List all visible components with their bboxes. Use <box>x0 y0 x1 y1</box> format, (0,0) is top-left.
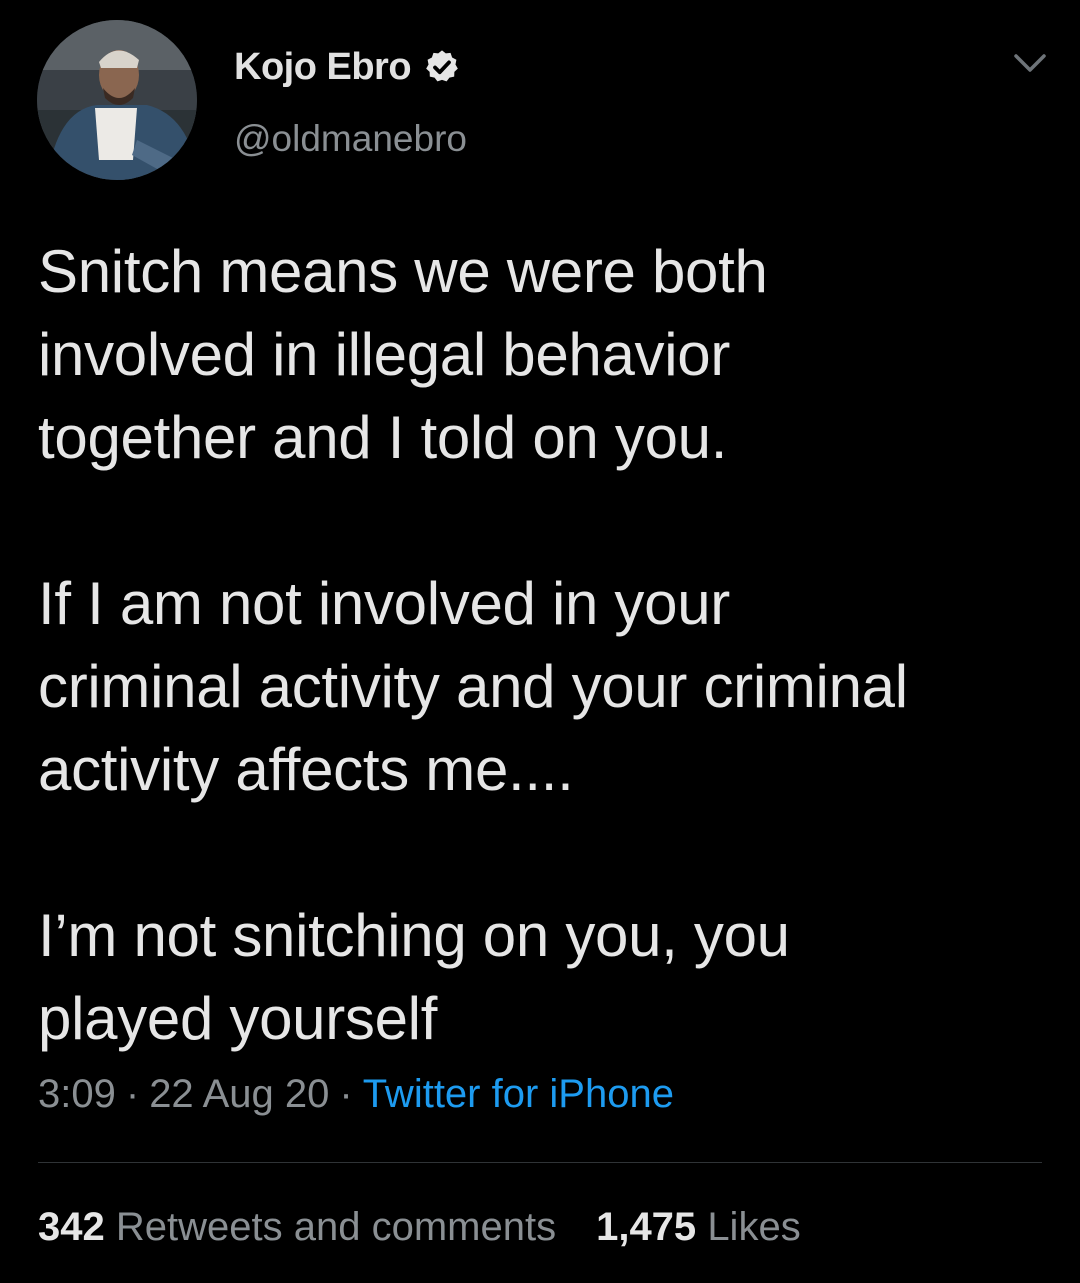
tweet-line: together and I told on you. <box>38 404 728 471</box>
meta-separator: · <box>339 1072 353 1116</box>
tweet-source-link[interactable]: Twitter for iPhone <box>363 1072 674 1116</box>
tweet: Kojo Ebro @oldmanebro Snitch means we we… <box>0 0 1080 1283</box>
meta-separator: · <box>125 1072 140 1116</box>
profile-photo <box>37 20 197 180</box>
author-handle[interactable]: @oldmanebro <box>234 118 467 160</box>
tweet-paragraph: I’m not snitching on you, you played you… <box>38 894 1048 1060</box>
retweets-count: 342 <box>38 1205 105 1249</box>
display-name[interactable]: Kojo Ebro <box>234 46 412 89</box>
tweet-line: activity affects me.... <box>38 736 574 803</box>
tweet-stats: 342 Retweets and comments 1,475 Likes <box>38 1205 801 1250</box>
tweet-line: involved in illegal behavior <box>38 321 731 388</box>
chevron-down-icon[interactable] <box>1012 50 1048 78</box>
tweet-line: Snitch means we were both <box>38 238 768 305</box>
author-name-row[interactable]: Kojo Ebro <box>234 40 461 94</box>
tweet-meta: 3:09 · 22 Aug 20 · Twitter for iPhone <box>38 1072 674 1117</box>
likes-count: 1,475 <box>596 1205 697 1249</box>
divider <box>38 1162 1042 1163</box>
tweet-date[interactable]: 22 Aug 20 <box>149 1072 329 1116</box>
tweet-line: I’m not snitching on you, you <box>38 902 790 969</box>
tweet-paragraph: If I am not involved in your criminal ac… <box>38 562 1048 811</box>
tweet-line: criminal activity and your criminal <box>38 653 908 720</box>
tweet-line: played yourself <box>38 985 438 1052</box>
avatar[interactable] <box>37 20 197 180</box>
retweets-label: Retweets and comments <box>115 1205 557 1249</box>
likes-stat[interactable]: 1,475 Likes <box>596 1205 801 1249</box>
tweet-paragraph: Snitch means we were both involved in il… <box>38 230 1048 479</box>
tweet-time[interactable]: 3:09 <box>38 1072 116 1116</box>
retweets-stat[interactable]: 342 Retweets and comments <box>38 1205 556 1249</box>
likes-label: Likes <box>707 1205 801 1249</box>
verified-badge-icon <box>423 48 461 86</box>
tweet-text: Snitch means we were both involved in il… <box>38 230 1048 1060</box>
tweet-line: If I am not involved in your <box>38 570 730 637</box>
